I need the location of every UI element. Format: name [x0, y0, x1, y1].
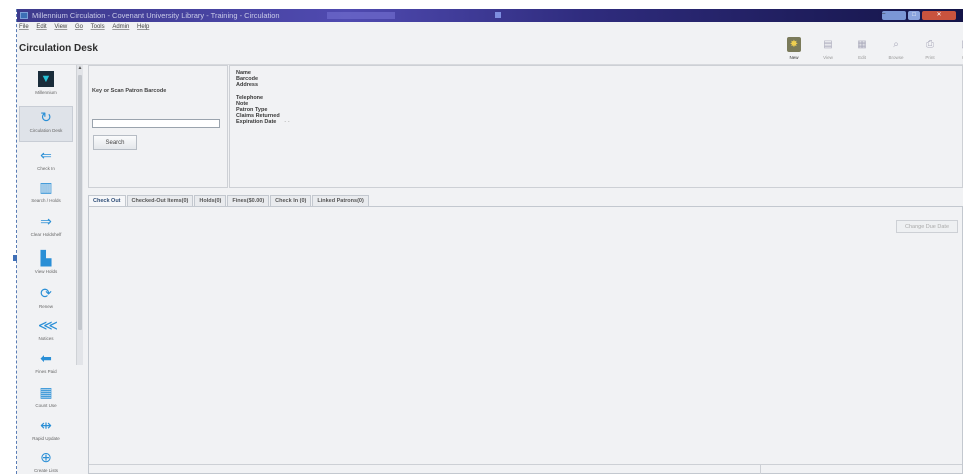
app-icon	[20, 12, 28, 19]
search-label: Key or Scan Patron Barcode	[92, 88, 167, 94]
expiration-date-value: - -	[284, 119, 290, 125]
window-title: Millennium Circulation - Covenant Univer…	[32, 11, 280, 20]
fines-paid-icon: ⬅	[40, 350, 52, 366]
tab-holds[interactable]: Holds(0)	[194, 195, 227, 206]
sidebar-item-rapid-update[interactable]: ⇹ Rapid Update	[19, 415, 73, 451]
tab-checked-out-items[interactable]: Checked-Out Items(0)	[126, 195, 194, 206]
new-icon: ✸	[787, 37, 801, 52]
count-use-icon: ▦	[39, 384, 53, 400]
view-holds-icon: ▙	[40, 250, 52, 266]
renew-icon: ⟳	[40, 285, 52, 301]
new-button[interactable]: ✸ New	[783, 35, 805, 63]
tab-check-in[interactable]: Check In (0)	[270, 195, 312, 206]
menu-go[interactable]: Go	[75, 22, 83, 33]
sidebar-item-circulation-desk[interactable]: ↻ Circulation Desk	[19, 106, 73, 142]
check-out-panel: Change Due Date	[88, 206, 963, 474]
menu-view[interactable]: View	[54, 22, 67, 33]
minimize-button[interactable]: –	[882, 11, 906, 20]
field-expiration-date-row: Expiration Date - -	[236, 119, 290, 125]
edit-button[interactable]: ▦ Edit	[851, 35, 873, 63]
menu-file[interactable]: File	[19, 22, 29, 33]
taskbar-indicator	[495, 12, 501, 18]
patron-info-panel: Name Barcode Address Telephone Note Patr…	[229, 65, 963, 188]
sidebar-item-view-holds[interactable]: ▙ View Holds	[19, 248, 73, 284]
app-window: Millennium Circulation - Covenant Univer…	[17, 9, 963, 474]
view-icon: ▤	[823, 39, 833, 50]
search-button[interactable]: Search	[93, 135, 137, 150]
menu-edit[interactable]: Edit	[36, 22, 46, 33]
toolbar: ✸ New ▤ View ▦ Edit ⌕ Browse ⎙ Print ▯ C…	[783, 35, 963, 63]
menu-bar: File Edit View Go Tools Admin Help	[17, 22, 963, 33]
browse-icon: ⌕	[893, 39, 899, 50]
patron-search-panel: Key or Scan Patron Barcode Search	[88, 65, 228, 188]
sidebar-item-count-use[interactable]: ▦ Count Use	[19, 382, 73, 418]
sidebar-item-create-lists[interactable]: ⊕ Create Lists	[19, 447, 73, 474]
search-holds-icon: ▥	[39, 179, 53, 195]
tab-linked-patrons[interactable]: Linked Patrons(0)	[312, 195, 369, 206]
print-icon: ⎙	[926, 39, 934, 50]
clear-holdshelf-icon: ⇒	[40, 213, 52, 229]
sidebar-item-search-holds[interactable]: ▥ Search / Holds	[19, 177, 73, 213]
view-button[interactable]: ▤ View	[817, 35, 839, 63]
scrollbar-thumb[interactable]	[78, 75, 82, 330]
field-address: Address	[236, 82, 259, 88]
sidebar-item-clear-holdshelf[interactable]: ⇒ Clear Holdshelf	[19, 211, 73, 247]
title-highlight	[327, 12, 395, 19]
close-window-button[interactable]: ✕	[922, 11, 956, 20]
rapid-update-icon: ⇹	[40, 417, 52, 433]
change-due-date-button[interactable]: Change Due Date	[896, 220, 958, 233]
sidebar-item-fines-paid[interactable]: ⬅ Fines Paid	[19, 348, 73, 384]
close-icon: ▯	[957, 37, 963, 52]
sidebar-item-millennium[interactable]: ▼ Millennium	[19, 69, 73, 105]
maximize-button[interactable]: □	[908, 11, 920, 20]
patron-barcode-input[interactable]	[92, 119, 220, 128]
navigation-sidebar: ▼ Millennium ↻ Circulation Desk ⇐ Check …	[17, 65, 83, 474]
sidebar-item-check-in[interactable]: ⇐ Check In	[19, 145, 73, 181]
status-strip	[89, 464, 962, 474]
field-expiration-date: Expiration Date	[236, 119, 277, 125]
check-in-icon: ⇐	[40, 147, 52, 163]
tab-check-out[interactable]: Check Out	[88, 195, 126, 206]
millennium-logo-icon: ▼	[38, 71, 54, 87]
edit-icon: ▦	[857, 39, 867, 50]
sidebar-scrollbar[interactable]: ▲	[76, 65, 83, 365]
create-lists-icon: ⊕	[40, 449, 52, 465]
sidebar-item-renew[interactable]: ⟳ Renew	[19, 283, 73, 319]
sidebar-item-notices[interactable]: ⋘ Notices	[19, 315, 73, 351]
notices-icon: ⋘	[38, 317, 58, 333]
menu-help[interactable]: Help	[137, 22, 149, 33]
scroll-up-arrow-icon[interactable]: ▲	[77, 65, 83, 73]
close-button[interactable]: ▯ Cl	[953, 35, 963, 63]
circulation-desk-icon: ↻	[40, 109, 52, 125]
print-button[interactable]: ⎙ Print	[919, 35, 941, 63]
status-divider	[760, 465, 761, 474]
menu-tools[interactable]: Tools	[91, 22, 105, 33]
tab-fines[interactable]: Fines($0.00)	[227, 195, 270, 206]
page-header: Circulation Desk ✸ New ▤ View ▦ Edit ⌕ B…	[17, 33, 963, 65]
browse-button[interactable]: ⌕ Browse	[885, 35, 907, 63]
title-bar[interactable]: Millennium Circulation - Covenant Univer…	[17, 9, 963, 22]
page-title: Circulation Desk	[19, 43, 98, 54]
menu-admin[interactable]: Admin	[112, 22, 129, 33]
patron-tabs: Check Out Checked-Out Items(0) Holds(0) …	[88, 195, 370, 206]
